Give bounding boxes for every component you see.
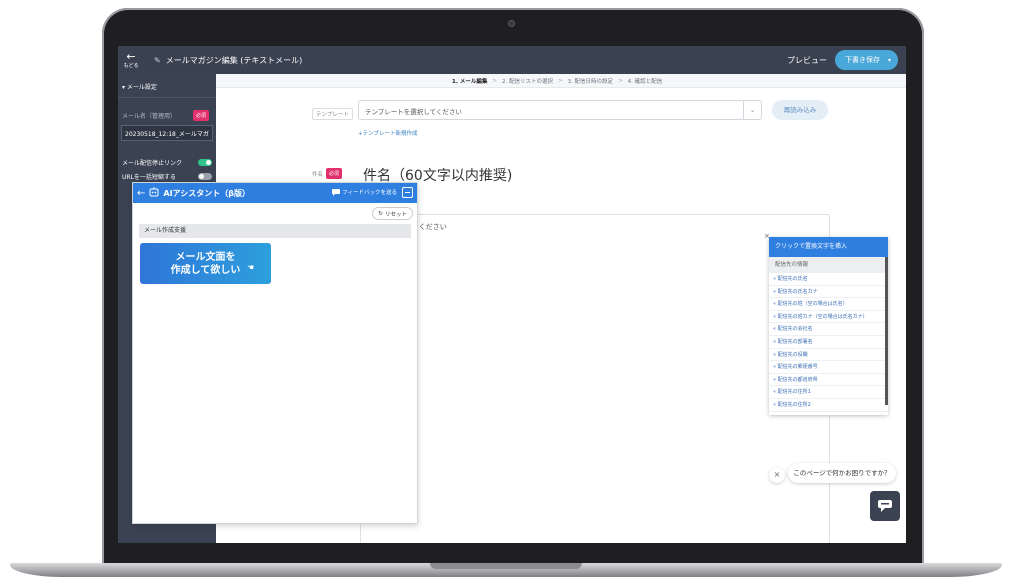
insert-variable-item[interactable]: « 配信先の姓（空の場合は氏名） xyxy=(769,298,888,311)
insert-variable-item[interactable]: « 配信先の姓カナ（空の場合は氏名カナ） xyxy=(769,311,888,324)
back-arrow-icon: ← xyxy=(126,49,136,63)
insert-variable-item[interactable]: « 配信先の役職 xyxy=(769,349,888,362)
insert-variable-item[interactable]: « 配信先の部署名 xyxy=(769,336,888,349)
chevron-down-icon[interactable]: ⌄ xyxy=(743,101,761,119)
insert-variable-list: « 配信先の氏名 « 配信先の氏名カナ « 配信先の姓（空の場合は氏名） « 配… xyxy=(769,273,888,412)
back-label: もどる xyxy=(123,62,139,69)
top-bar: ← もどる ✎ メールマガジン編集 (テキストメール) プレビュー 下書き保存 … xyxy=(118,46,906,74)
ai-section-heading: メール作成支援 xyxy=(139,224,411,238)
close-icon[interactable]: × xyxy=(764,232,770,240)
insert-panel-category: 配信先の情報 xyxy=(769,257,888,273)
step-item[interactable]: 4. 確認と配信 xyxy=(628,77,663,85)
insert-panel-header: クリックで置換文字を挿入 xyxy=(769,237,888,257)
step-separator: > xyxy=(618,77,623,84)
body-textarea[interactable] xyxy=(360,214,830,543)
save-draft-label: 下書き保存 xyxy=(844,56,880,64)
unsubscribe-link-toggle[interactable] xyxy=(198,158,212,166)
pencil-icon: ✎ xyxy=(154,55,161,65)
chevron-down-icon[interactable]: ▾ xyxy=(888,57,891,64)
unsubscribe-link-row: メール配信停止リンク xyxy=(118,155,216,169)
minimize-icon[interactable] xyxy=(402,187,413,198)
reset-icon: ↻ xyxy=(378,210,383,217)
url-shorten-toggle[interactable] xyxy=(198,172,212,180)
url-shorten-row: URLを一括短縮する xyxy=(118,169,216,183)
mail-name-label-row: メール名（管理用） 必須 xyxy=(118,98,216,121)
subject-label: 件名 xyxy=(312,172,324,178)
template-label: テンプレート xyxy=(312,108,353,120)
reload-button[interactable]: 再読み込み xyxy=(772,100,828,120)
back-arrow-icon[interactable]: ← xyxy=(137,188,145,199)
new-template-link[interactable]: +テンプレート新規作成 xyxy=(358,129,417,137)
step-breadcrumb: 1. メール編集 > 2. 配信リストの選択 > 3. 配信日時の設定 > 4.… xyxy=(216,74,906,88)
ai-assistant-header: ← AIアシスタント（β版） フィードバックを送る xyxy=(133,183,417,203)
insert-variable-item[interactable]: « 配信先の都道府県 xyxy=(769,374,888,387)
save-draft-button[interactable]: 下書き保存 ▾ xyxy=(834,50,898,70)
insert-variable-item[interactable]: « 配信先の住所2 xyxy=(769,399,888,412)
back-button[interactable]: ← もどる xyxy=(118,46,144,74)
page-title-wrap: ✎ メールマガジン編集 (テキストメール) xyxy=(154,55,302,66)
reset-button[interactable]: ↻ リセット xyxy=(372,207,413,220)
step-separator: > xyxy=(557,77,563,84)
mail-name-field[interactable]: 20230518_12:18_メールマガ xyxy=(121,125,213,141)
insert-variable-item[interactable]: « 配信先の住所1 xyxy=(769,386,888,399)
step-separator: > xyxy=(492,77,497,84)
robot-icon xyxy=(149,187,159,199)
mail-name-label: メール名（管理用） xyxy=(122,113,177,120)
insert-variable-item[interactable]: « 配信先の氏名 xyxy=(769,273,888,286)
subject-required-badge: 必須 xyxy=(326,168,343,179)
unsubscribe-link-label: メール配信停止リンク xyxy=(122,159,183,167)
preview-button[interactable]: プレビュー xyxy=(787,55,827,66)
reset-label: リセット xyxy=(384,211,407,218)
chat-icon xyxy=(878,500,892,512)
required-badge: 必須 xyxy=(192,110,209,121)
template-select[interactable]: テンプレートを選択してください ⌄ xyxy=(358,100,762,120)
template-placeholder: テンプレートを選択してください xyxy=(365,108,462,116)
insert-panel-scrollbar[interactable] xyxy=(885,257,888,405)
ai-assistant-title: AIアシスタント（β版） xyxy=(163,188,250,198)
feedback-icon xyxy=(332,188,341,196)
ai-assistant-panel: ← AIアシスタント（β版） フィードバックを送る ↻ リセット メール作成支援… xyxy=(132,182,418,524)
insert-variable-panel: クリックで置換文字を挿入 配信先の情報 « 配信先の氏名 « 配信先の氏名カナ … xyxy=(769,237,888,415)
help-message[interactable]: このページで何かお困りですか？ xyxy=(788,463,896,483)
url-shorten-label: URLを一括短縮する xyxy=(122,173,176,181)
chat-launcher-button[interactable] xyxy=(870,491,900,521)
step-current: 1. メール編集 xyxy=(452,78,488,85)
page-title: メールマガジン編集 (テキストメール) xyxy=(165,55,303,65)
stage: ← もどる ✎ メールマガジン編集 (テキストメール) プレビュー 下書き保存 … xyxy=(0,0,1012,585)
top-actions: プレビュー 下書き保存 ▾ xyxy=(787,50,898,70)
step-item[interactable]: 2. 配信リストの選択 xyxy=(502,77,553,85)
feedback-link[interactable]: フィードバックを送る xyxy=(332,188,397,196)
laptop-notch xyxy=(430,563,582,569)
help-close-button[interactable]: × xyxy=(769,467,785,483)
create-mail-line-1: メール文面を xyxy=(175,251,236,263)
insert-variable-item[interactable]: « 配信先の郵便番号 xyxy=(769,361,888,374)
feedback-label: フィードバックを送る xyxy=(342,190,397,196)
camera-dot xyxy=(508,20,515,27)
screen: ← もどる ✎ メールマガジン編集 (テキストメール) プレビュー 下書き保存 … xyxy=(118,46,906,543)
step-item[interactable]: 3. 配信日時の設定 xyxy=(568,77,614,85)
mail-settings-section[interactable]: ▾ メール設定 xyxy=(118,74,216,98)
hand-cursor-icon: ☚ xyxy=(247,263,255,272)
insert-variable-item[interactable]: « 配信先の会社名 xyxy=(769,323,888,336)
insert-variable-item[interactable]: « 配信先の氏名カナ xyxy=(769,286,888,299)
